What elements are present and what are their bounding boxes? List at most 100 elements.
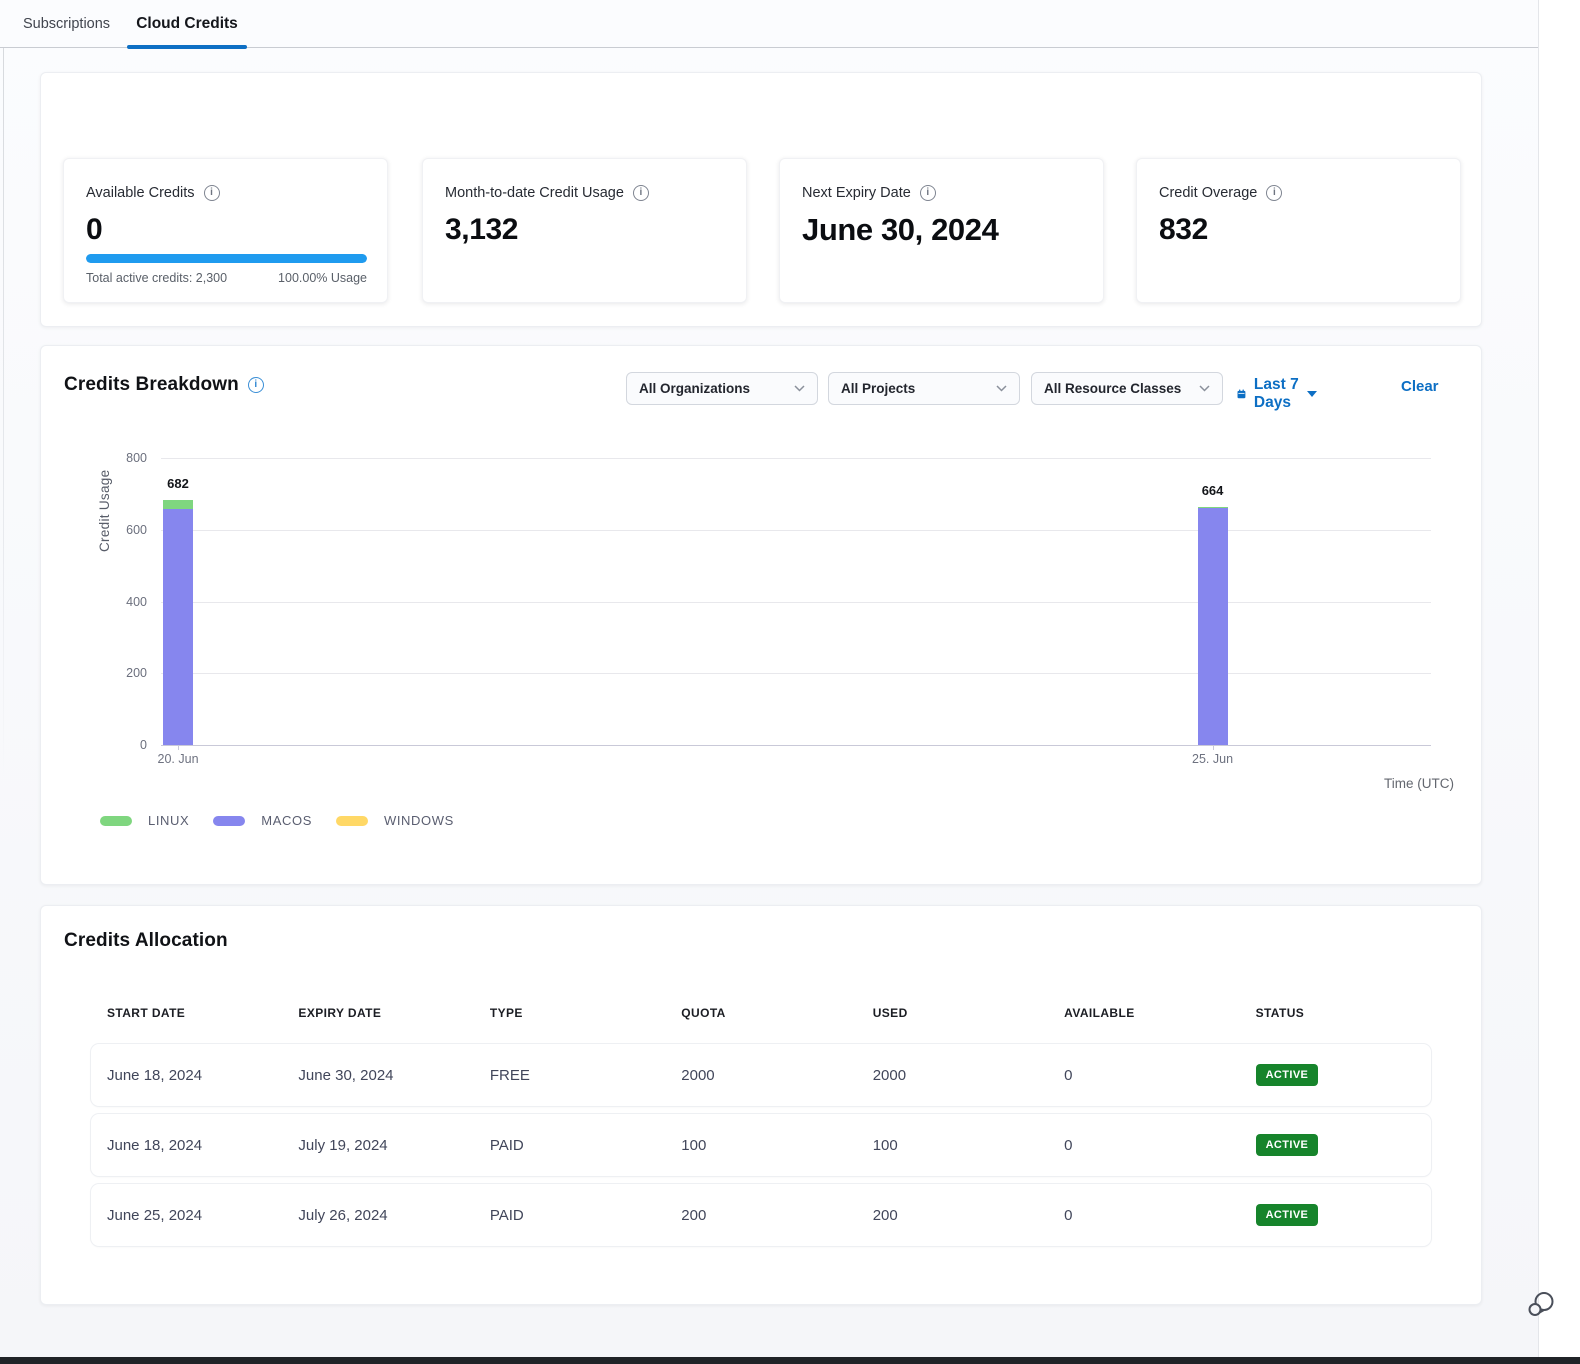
bar-segment-linux[interactable]	[1198, 507, 1228, 508]
legend-label: WINDOWS	[384, 813, 454, 828]
tab-subscriptions[interactable]: Subscriptions	[23, 0, 110, 48]
bar-value-label: 682	[148, 476, 208, 491]
window-bottom-edge	[0, 1357, 1580, 1364]
calendar-icon	[1237, 385, 1246, 403]
bar-value-label: 664	[1183, 483, 1243, 498]
y-tick-label: 600	[103, 522, 147, 538]
x-axis-line	[161, 745, 1431, 746]
chevron-down-icon	[1199, 385, 1210, 392]
date-range-value: Last 7 Days	[1254, 376, 1299, 412]
active-tab-indicator	[127, 45, 247, 49]
tab-cloud-credits-label: Cloud Credits	[136, 15, 238, 33]
table-row: June 18, 2024 June 30, 2024 FREE 2000 20…	[91, 1044, 1431, 1106]
chevron-down-icon	[794, 385, 805, 392]
table-row: June 25, 2024 July 26, 2024 PAID 200 200…	[91, 1184, 1431, 1246]
credits-progress-fill	[86, 254, 367, 263]
projects-select[interactable]: All Projects	[828, 372, 1020, 405]
available-credits-label: Available Credits	[86, 185, 195, 201]
legend-swatch	[100, 816, 132, 826]
cell-quota: 100	[665, 1137, 856, 1154]
available-credits-card: Available Credits i 0 Total active credi…	[63, 158, 388, 303]
cell-expiry-date: July 19, 2024	[282, 1137, 473, 1154]
y-tick-label: 0	[103, 737, 147, 753]
tab-bar: Subscriptions Cloud Credits	[0, 0, 1538, 48]
next-expiry-label-row: Next Expiry Date i	[802, 185, 1081, 201]
cell-quota: 2000	[665, 1067, 856, 1084]
cell-start-date: June 25, 2024	[91, 1207, 282, 1224]
scrollbar-gutter	[1538, 0, 1580, 1357]
cell-type: PAID	[474, 1137, 665, 1154]
cell-expiry-date: July 26, 2024	[282, 1207, 473, 1224]
legend-swatch	[213, 816, 245, 826]
credit-overage-value: 832	[1159, 213, 1438, 247]
x-tick-mark	[178, 745, 179, 750]
legend-item-macos[interactable]: MACOS	[213, 813, 312, 828]
credit-overage-label: Credit Overage	[1159, 185, 1257, 201]
gridline	[161, 673, 1431, 674]
tab-subscriptions-label: Subscriptions	[23, 16, 110, 32]
available-credits-value: 0	[86, 213, 365, 247]
col-type: TYPE	[474, 1006, 665, 1020]
credits-allocation-title-text: Credits Allocation	[64, 930, 228, 952]
y-tick-label: 800	[103, 450, 147, 466]
organizations-select[interactable]: All Organizations	[626, 372, 818, 405]
clear-filters-button[interactable]: Clear	[1401, 378, 1439, 395]
status-badge: ACTIVE	[1256, 1134, 1319, 1156]
caret-down-icon	[1307, 391, 1317, 397]
projects-select-value: All Projects	[841, 381, 915, 396]
x-tick-label: 25. Jun	[1183, 752, 1243, 766]
bar-segment-macos[interactable]	[1198, 508, 1228, 745]
info-icon[interactable]: i	[204, 185, 220, 201]
col-status: STATUS	[1240, 1006, 1431, 1020]
legend-item-windows[interactable]: WINDOWS	[336, 813, 454, 828]
chart-plot: Credit Usage 800600400200068220. Jun6642…	[161, 458, 1431, 745]
mtd-usage-value: 3,132	[445, 213, 724, 247]
next-expiry-card: Next Expiry Date i June 30, 2024	[779, 158, 1104, 303]
organizations-select-value: All Organizations	[639, 381, 750, 396]
gridline	[161, 530, 1431, 531]
mtd-usage-card: Month-to-date Credit Usage i 3,132	[422, 158, 747, 303]
bar-segment-linux[interactable]	[163, 500, 193, 509]
credits-breakdown-section: Credits Breakdown i All Organizations Al…	[40, 345, 1482, 885]
legend-item-linux[interactable]: LINUX	[100, 813, 189, 828]
status-badge: ACTIVE	[1256, 1064, 1319, 1086]
col-used: USED	[857, 1006, 1048, 1020]
next-expiry-value: June 30, 2024	[802, 213, 1081, 247]
bar-segment-macos[interactable]	[163, 509, 193, 745]
date-range-picker[interactable]: Last 7 Days	[1237, 376, 1317, 412]
resource-classes-select[interactable]: All Resource Classes	[1031, 372, 1223, 405]
x-axis-title: Time (UTC)	[1384, 776, 1454, 791]
allocation-table-body: June 18, 2024 June 30, 2024 FREE 2000 20…	[91, 1044, 1431, 1254]
col-quota: QUOTA	[665, 1006, 856, 1020]
allocation-table-header: START DATE EXPIRY DATE TYPE QUOTA USED A…	[91, 1006, 1431, 1020]
table-row: June 18, 2024 July 19, 2024 PAID 100 100…	[91, 1114, 1431, 1176]
credit-overage-label-row: Credit Overage i	[1159, 185, 1438, 201]
gridline	[161, 458, 1431, 459]
support-chat-icon[interactable]	[1524, 1288, 1558, 1322]
usage-percent: 100.00% Usage	[278, 271, 367, 285]
legend-label: LINUX	[148, 813, 189, 828]
credits-progress-bar	[86, 254, 367, 263]
chevron-down-icon	[996, 385, 1007, 392]
cell-type: FREE	[474, 1067, 665, 1084]
col-expiry-date: EXPIRY DATE	[282, 1006, 473, 1020]
info-icon[interactable]: i	[248, 377, 264, 393]
mtd-usage-label-row: Month-to-date Credit Usage i	[445, 185, 724, 201]
mtd-usage-label: Month-to-date Credit Usage	[445, 185, 624, 201]
cell-start-date: June 18, 2024	[91, 1067, 282, 1084]
info-icon[interactable]: i	[1266, 185, 1282, 201]
col-available: AVAILABLE	[1048, 1006, 1239, 1020]
cell-expiry-date: June 30, 2024	[282, 1067, 473, 1084]
credits-allocation-title: Credits Allocation	[64, 930, 228, 952]
tab-cloud-credits[interactable]: Cloud Credits	[127, 0, 247, 48]
chart-legend: LINUX MACOS WINDOWS	[100, 813, 454, 828]
cell-quota: 200	[665, 1207, 856, 1224]
cell-type: PAID	[474, 1207, 665, 1224]
legend-label: MACOS	[261, 813, 312, 828]
col-start-date: START DATE	[91, 1006, 282, 1020]
info-icon[interactable]: i	[920, 185, 936, 201]
x-tick-mark	[1213, 745, 1214, 750]
cell-used: 2000	[857, 1067, 1048, 1084]
info-icon[interactable]: i	[633, 185, 649, 201]
cell-used: 200	[857, 1207, 1048, 1224]
